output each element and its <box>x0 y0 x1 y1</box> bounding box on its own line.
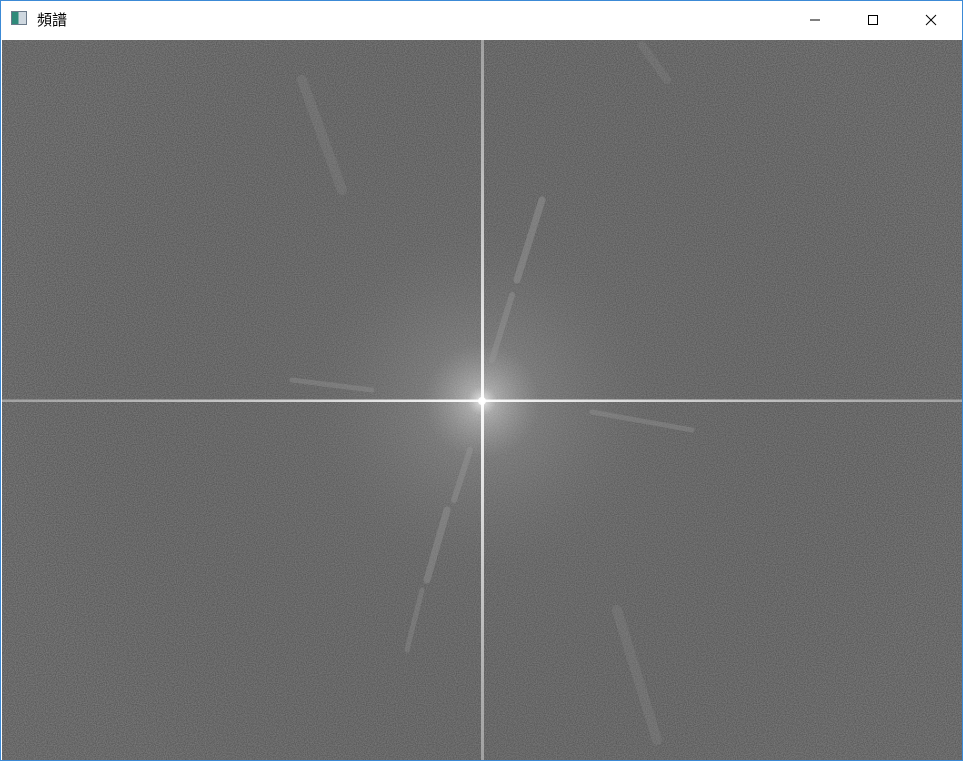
window-title: 頻譜 <box>37 11 68 29</box>
close-button[interactable] <box>908 1 954 39</box>
spectrum-dc-point <box>478 397 486 405</box>
title-bar[interactable]: 頻譜 <box>1 1 962 39</box>
maximize-icon <box>868 15 878 25</box>
spectrum-image <box>2 40 962 760</box>
app-window: 頻譜 <box>0 0 963 761</box>
app-window-icon[interactable] <box>11 11 27 25</box>
close-icon <box>925 14 937 26</box>
minimize-icon <box>810 19 820 21</box>
spectrum-image-area <box>2 40 962 760</box>
maximize-button[interactable] <box>850 1 896 39</box>
minimize-button[interactable] <box>792 1 838 39</box>
